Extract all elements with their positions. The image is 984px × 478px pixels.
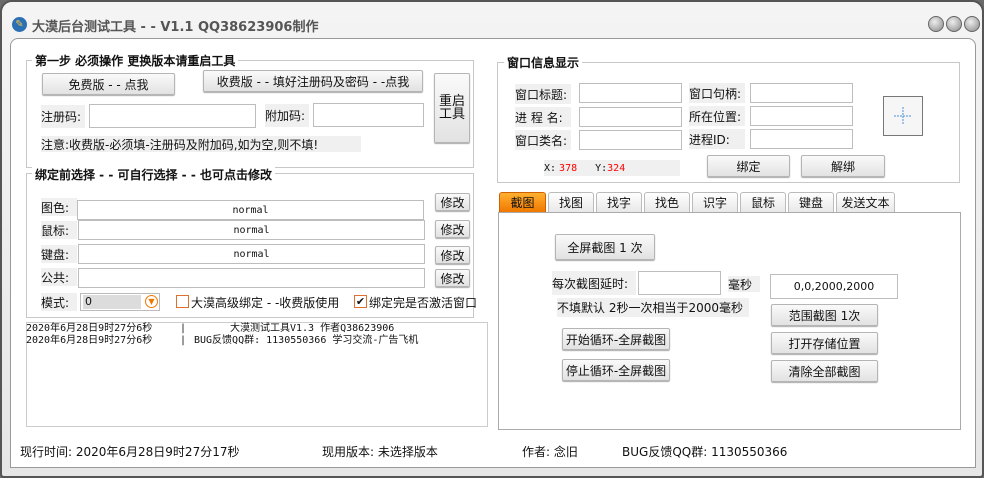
status-time: 现行时间: 2020年6月28日9时27分17秒 — [20, 445, 240, 459]
pid-input[interactable] — [750, 129, 853, 149]
location-input[interactable] — [750, 106, 853, 126]
paid-version-button[interactable]: 收费版 - - 填好注册码及密码 - -点我 — [203, 70, 423, 92]
process-name-input[interactable] — [579, 107, 682, 127]
ms-label: 毫秒 — [728, 276, 760, 292]
tab-ocr[interactable]: 识字 — [692, 192, 738, 212]
y-value: 324 — [607, 162, 626, 174]
window-handle-label: 窗口句柄: — [689, 83, 745, 103]
tab-find-image[interactable]: 找图 — [548, 192, 594, 212]
tab-find-color[interactable]: 找色 — [644, 192, 690, 212]
mouse-mode-input[interactable]: normal — [78, 220, 425, 240]
full-screenshot-button[interactable]: 全屏截图 1 次 — [555, 234, 655, 260]
window-handle-input[interactable] — [750, 83, 853, 103]
reg-code-input[interactable] — [89, 104, 256, 128]
tab-keyboard[interactable]: 键盘 — [788, 192, 834, 212]
advanced-bind-checkbox[interactable] — [176, 295, 189, 308]
log-message: 大漠测试工具V1.3 作者Q38623906 — [230, 323, 395, 334]
tab-screenshot[interactable]: 截图 — [499, 192, 546, 212]
color-mode-input[interactable]: normal — [77, 200, 424, 220]
close-button[interactable] — [964, 16, 980, 32]
start-loop-button[interactable]: 开始循环-全屏截图 — [562, 328, 670, 350]
stop-loop-button[interactable]: 停止循环-全屏截图 — [562, 359, 670, 381]
color-label: 图色: — [41, 198, 77, 216]
public-label: 公共: — [41, 268, 77, 286]
keyboard-label: 键盘: — [41, 245, 77, 263]
crosshair-drag-button[interactable] — [883, 96, 923, 136]
chevron-down-icon[interactable]: ▼ — [145, 295, 158, 308]
window-info-title: 窗口信息显示 — [504, 54, 583, 71]
crosshair-icon — [894, 107, 912, 125]
minimize-button[interactable] — [928, 16, 944, 32]
x-value: 378 — [559, 162, 578, 174]
location-label: 所在位置: — [689, 106, 745, 126]
status-qq: BUG反馈QQ群: 1130550366 — [622, 445, 788, 459]
activate-window-checkbox[interactable]: ✔ — [354, 295, 367, 308]
unbind-button[interactable]: 解绑 — [801, 155, 885, 177]
bind-title: 绑定前选择 - - 可自行选择 - - 也可点击修改 — [32, 166, 275, 183]
status-author: 作者: 念旧 — [522, 445, 578, 459]
coord-readout: X: 378 Y: 324 — [544, 160, 680, 176]
y-label: Y: — [595, 162, 608, 174]
pid-label: 进程ID: — [689, 129, 745, 149]
window-class-label: 窗口类名: — [515, 130, 571, 150]
maximize-button[interactable] — [946, 16, 962, 32]
app-icon: ✎ — [12, 17, 27, 32]
modify-public-button[interactable]: 修改 — [435, 269, 470, 287]
open-folder-button[interactable]: 打开存储位置 — [771, 332, 878, 354]
process-name-label: 进 程 名: — [515, 107, 571, 127]
log-separator: | — [180, 335, 187, 346]
note-text: 注意:收费版-必须填-注册码及附加码,如为空,则不填! — [41, 136, 361, 152]
keyboard-mode-input[interactable]: normal — [78, 244, 425, 264]
delay-input[interactable] — [638, 271, 721, 295]
delay-hint: 不填默认 2秒一次相当于2000毫秒 — [557, 298, 749, 317]
window-class-input[interactable] — [579, 130, 682, 150]
window-title: 大漠后台测试工具 - - V1.1 QQ38623906制作 — [32, 20, 319, 35]
mode-label: 模式: — [41, 293, 77, 311]
step1-title: 第一步 必须操作 更换版本请重启工具 — [32, 52, 239, 69]
mode-value: 0 — [83, 295, 141, 309]
modify-keyboard-button[interactable]: 修改 — [435, 246, 470, 264]
log-message: BUG反馈QQ群: 1130550366 学习交流-广告飞机 — [194, 335, 419, 346]
window-title-input[interactable] — [579, 83, 682, 103]
advanced-bind-label: 大漠高级绑定 - -收费版使用 — [191, 296, 340, 310]
reg-code-label: 注册码: — [41, 105, 85, 128]
free-version-button[interactable]: 免费版 - - 点我 — [42, 73, 175, 95]
tab-mouse[interactable]: 鼠标 — [740, 192, 786, 212]
bind-button[interactable]: 绑定 — [707, 155, 790, 177]
log-separator: | — [180, 323, 187, 334]
log-time: 2020年6月28日9时27分6秒 — [26, 323, 153, 334]
restart-button[interactable]: 重启工具 — [434, 73, 470, 143]
log-time: 2020年6月28日9时27分6秒 — [26, 335, 153, 346]
modify-mouse-button[interactable]: 修改 — [435, 220, 470, 238]
modify-color-button[interactable]: 修改 — [435, 193, 470, 211]
range-screenshot-button[interactable]: 范围截图 1次 — [771, 304, 878, 326]
activate-window-label: 绑定完是否激活窗口 — [369, 296, 478, 310]
range-input[interactable]: 0,0,2000,2000 — [770, 274, 898, 299]
x-label: X: — [544, 162, 557, 174]
tab-send-text[interactable]: 发送文本 — [836, 192, 895, 212]
tab-find-text[interactable]: 找字 — [596, 192, 642, 212]
window-title-label: 窗口标题: — [515, 84, 571, 104]
public-mode-input[interactable] — [78, 268, 425, 288]
mode-combo[interactable]: 0 ▼ — [80, 293, 160, 311]
delay-label: 每次截图延时: — [552, 271, 636, 295]
extra-code-label: 附加码: — [265, 104, 309, 127]
extra-code-input[interactable] — [313, 103, 424, 127]
clear-screenshots-button[interactable]: 清除全部截图 — [771, 360, 878, 382]
mouse-label: 鼠标: — [41, 221, 77, 239]
status-version: 现用版本: 未选择版本 — [322, 445, 438, 459]
